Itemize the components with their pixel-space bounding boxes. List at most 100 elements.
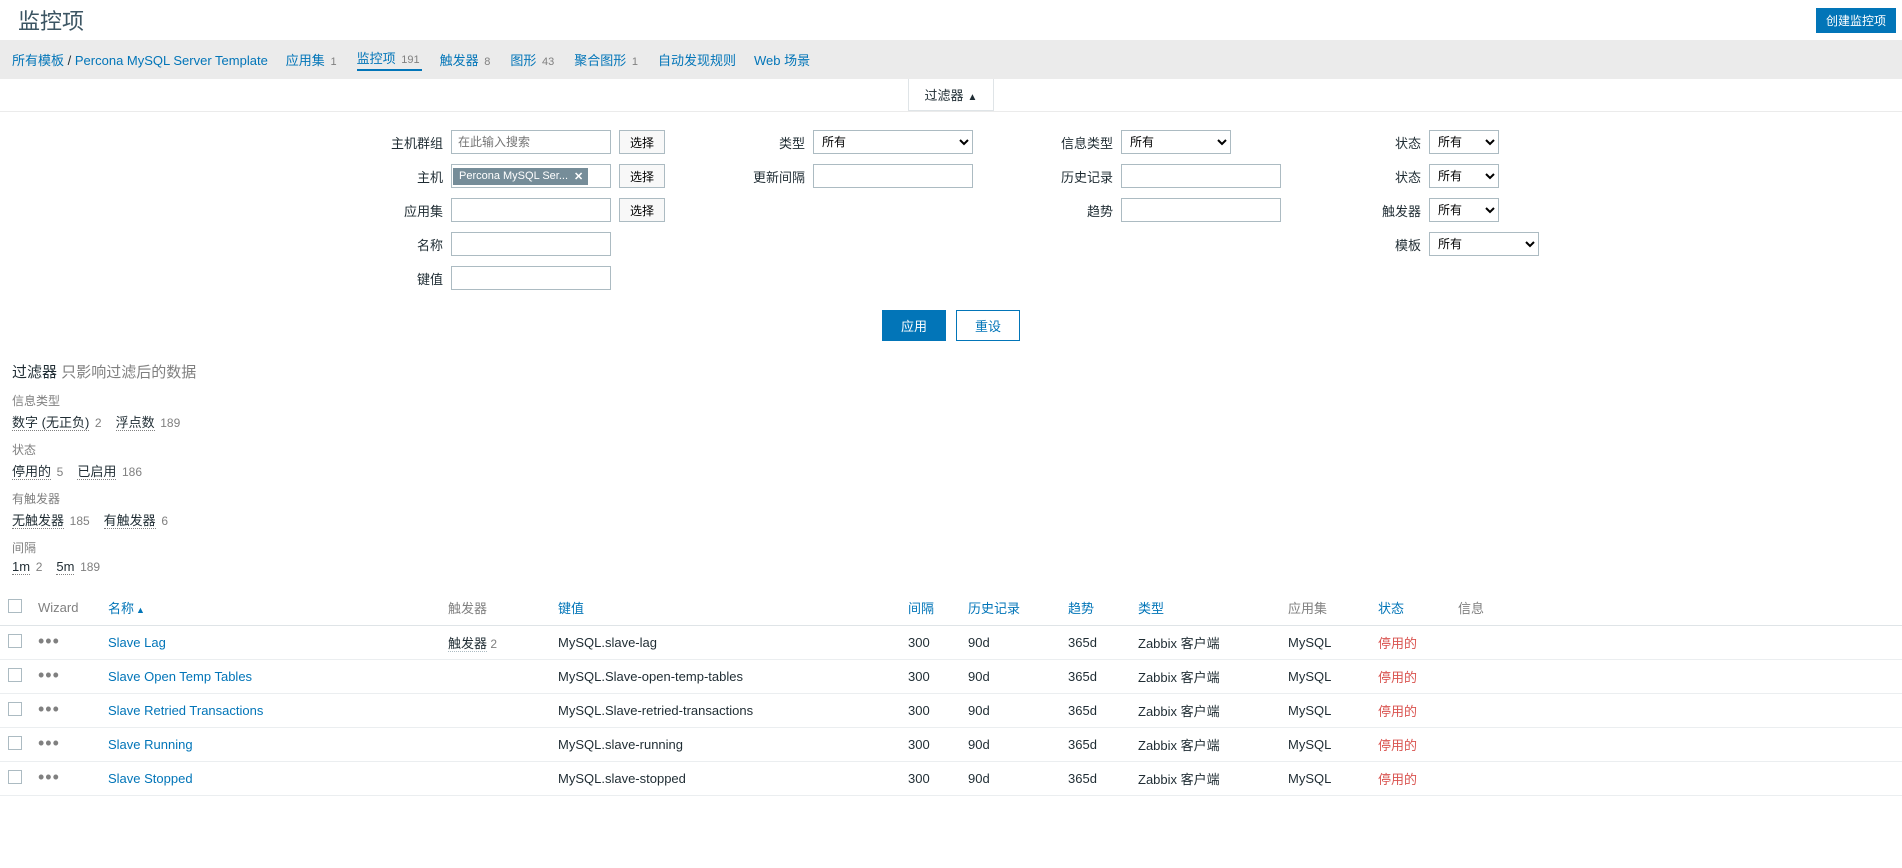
subfilter-item[interactable]: 已启用 186 <box>77 461 142 480</box>
wizard-menu-icon[interactable]: ••• <box>38 699 60 719</box>
subfilter-item[interactable]: 有触发器 6 <box>104 510 168 529</box>
status-link[interactable]: 停用的 <box>1378 670 1417 685</box>
col-key[interactable]: 键值 <box>558 601 584 616</box>
host-group-select-button[interactable]: 选择 <box>619 130 665 154</box>
subfilter-title: 过滤器 <box>12 364 57 381</box>
table-row: •••Slave RunningMySQL.slave-running30090… <box>0 728 1902 762</box>
cell-history: 90d <box>960 762 1060 796</box>
subfilter-item[interactable]: 数字 (无正负) 2 <box>12 412 102 431</box>
app-set-select-button[interactable]: 选择 <box>619 198 665 222</box>
cell-history: 90d <box>960 626 1060 660</box>
update-interval-input[interactable] <box>813 164 973 188</box>
status-link[interactable]: 停用的 <box>1378 704 1417 719</box>
remove-chip-icon[interactable]: ✕ <box>574 170 583 183</box>
item-name-link[interactable]: Slave Retried Transactions <box>108 703 263 718</box>
nav-items[interactable]: 监控项 191 <box>357 48 422 71</box>
subfilter-item[interactable]: 1m 2 <box>12 559 42 574</box>
table-row: •••Slave Lag触发器 2MySQL.slave-lag30090d36… <box>0 626 1902 660</box>
col-type[interactable]: 类型 <box>1138 601 1164 616</box>
cell-interval: 300 <box>900 728 960 762</box>
label-trends: 趋势 <box>1033 201 1113 220</box>
type-select[interactable]: 所有 <box>813 130 973 154</box>
label-update-interval: 更新间隔 <box>725 167 805 186</box>
subfilter-item[interactable]: 5m 189 <box>56 559 100 574</box>
select-all-checkbox[interactable] <box>8 599 22 613</box>
cell-history: 90d <box>960 660 1060 694</box>
wizard-menu-icon[interactable]: ••• <box>38 665 60 685</box>
host-select-button[interactable]: 选择 <box>619 164 665 188</box>
cell-trends: 365d <box>1060 660 1130 694</box>
subfilter-group: 有触发器无触发器 185有触发器 6 <box>12 490 1890 529</box>
nav-discovery[interactable]: 自动发现规则 <box>658 50 736 69</box>
nav-app[interactable]: 应用集 1 <box>286 50 339 69</box>
nav-graphs[interactable]: 图形 43 <box>510 50 556 69</box>
name-input[interactable] <box>451 232 611 256</box>
row-checkbox[interactable] <box>8 668 22 682</box>
status-select[interactable]: 所有 <box>1429 130 1499 154</box>
cell-history: 90d <box>960 728 1060 762</box>
reset-button[interactable]: 重设 <box>956 310 1020 341</box>
app-set-input[interactable] <box>451 198 611 222</box>
template-select[interactable]: 所有 <box>1429 232 1539 256</box>
info-type-select[interactable]: 所有 <box>1121 130 1231 154</box>
breadcrumb-template[interactable]: Percona MySQL Server Template <box>75 53 268 68</box>
label-type: 类型 <box>725 133 805 152</box>
sort-asc-icon: ▲ <box>136 605 145 615</box>
cell-app: MySQL <box>1280 626 1370 660</box>
trigger-link[interactable]: 触发器 <box>448 636 487 652</box>
caret-up-icon: ▲ <box>968 92 978 103</box>
item-name-link[interactable]: Slave Stopped <box>108 771 193 786</box>
label-key: 键值 <box>363 269 443 288</box>
trigger-count: 2 <box>487 637 497 651</box>
subfilter-group-label: 信息类型 <box>12 392 1890 409</box>
host-input[interactable]: Percona MySQL Ser...✕ <box>451 164 611 188</box>
status-link[interactable]: 停用的 <box>1378 772 1417 787</box>
status-link[interactable]: 停用的 <box>1378 636 1417 651</box>
create-item-button[interactable]: 创建监控项 <box>1816 8 1896 33</box>
key-input[interactable] <box>451 266 611 290</box>
nav-triggers[interactable]: 触发器 8 <box>440 50 493 69</box>
row-checkbox[interactable] <box>8 736 22 750</box>
row-checkbox[interactable] <box>8 702 22 716</box>
trigger-select[interactable]: 所有 <box>1429 198 1499 222</box>
cell-app: MySQL <box>1280 762 1370 796</box>
label-trigger: 触发器 <box>1341 201 1421 220</box>
nav-web[interactable]: Web 场景 <box>754 50 810 69</box>
col-interval[interactable]: 间隔 <box>908 601 934 616</box>
col-status[interactable]: 状态 <box>1378 601 1404 616</box>
wizard-menu-icon[interactable]: ••• <box>38 767 60 787</box>
status-link[interactable]: 停用的 <box>1378 738 1417 753</box>
apply-button[interactable]: 应用 <box>882 310 946 341</box>
row-checkbox[interactable] <box>8 634 22 648</box>
filter-toggle[interactable]: 过滤器▲ <box>908 79 995 111</box>
row-checkbox[interactable] <box>8 770 22 784</box>
state-select[interactable]: 所有 <box>1429 164 1499 188</box>
subfilter-group-label: 间隔 <box>12 539 1890 556</box>
cell-type: Zabbix 客户端 <box>1130 660 1280 694</box>
host-group-input[interactable] <box>451 130 611 154</box>
wizard-menu-icon[interactable]: ••• <box>38 631 60 651</box>
col-history[interactable]: 历史记录 <box>968 601 1020 616</box>
item-name-link[interactable]: Slave Lag <box>108 635 166 650</box>
item-name-link[interactable]: Slave Open Temp Tables <box>108 669 252 684</box>
subfilter-item[interactable]: 停用的 5 <box>12 461 63 480</box>
col-trends[interactable]: 趋势 <box>1068 601 1094 616</box>
subfilter-block: 过滤器 只影响过滤后的数据 信息类型数字 (无正负) 2浮点数 189状态停用的… <box>0 351 1902 584</box>
subfilter-group: 信息类型数字 (无正负) 2 浮点数 189 <box>12 392 1890 431</box>
item-name-link[interactable]: Slave Running <box>108 737 193 752</box>
cell-type: Zabbix 客户端 <box>1130 762 1280 796</box>
subfilter-item[interactable]: 无触发器 185 <box>12 510 90 529</box>
cell-type: Zabbix 客户端 <box>1130 728 1280 762</box>
subfilter-item[interactable]: 浮点数 189 <box>116 412 181 431</box>
history-input[interactable] <box>1121 164 1281 188</box>
cell-interval: 300 <box>900 626 960 660</box>
cell-trends: 365d <box>1060 762 1130 796</box>
trends-input[interactable] <box>1121 198 1281 222</box>
col-name[interactable]: 名称▲ <box>108 601 145 616</box>
breadcrumb-all-templates[interactable]: 所有模板 <box>12 53 64 68</box>
breadcrumb: 所有模板 / Percona MySQL Server Template <box>12 50 268 69</box>
cell-interval: 300 <box>900 694 960 728</box>
nav-screens[interactable]: 聚合图形 1 <box>574 50 640 69</box>
wizard-menu-icon[interactable]: ••• <box>38 733 60 753</box>
col-triggers: 触发器 <box>448 601 487 616</box>
